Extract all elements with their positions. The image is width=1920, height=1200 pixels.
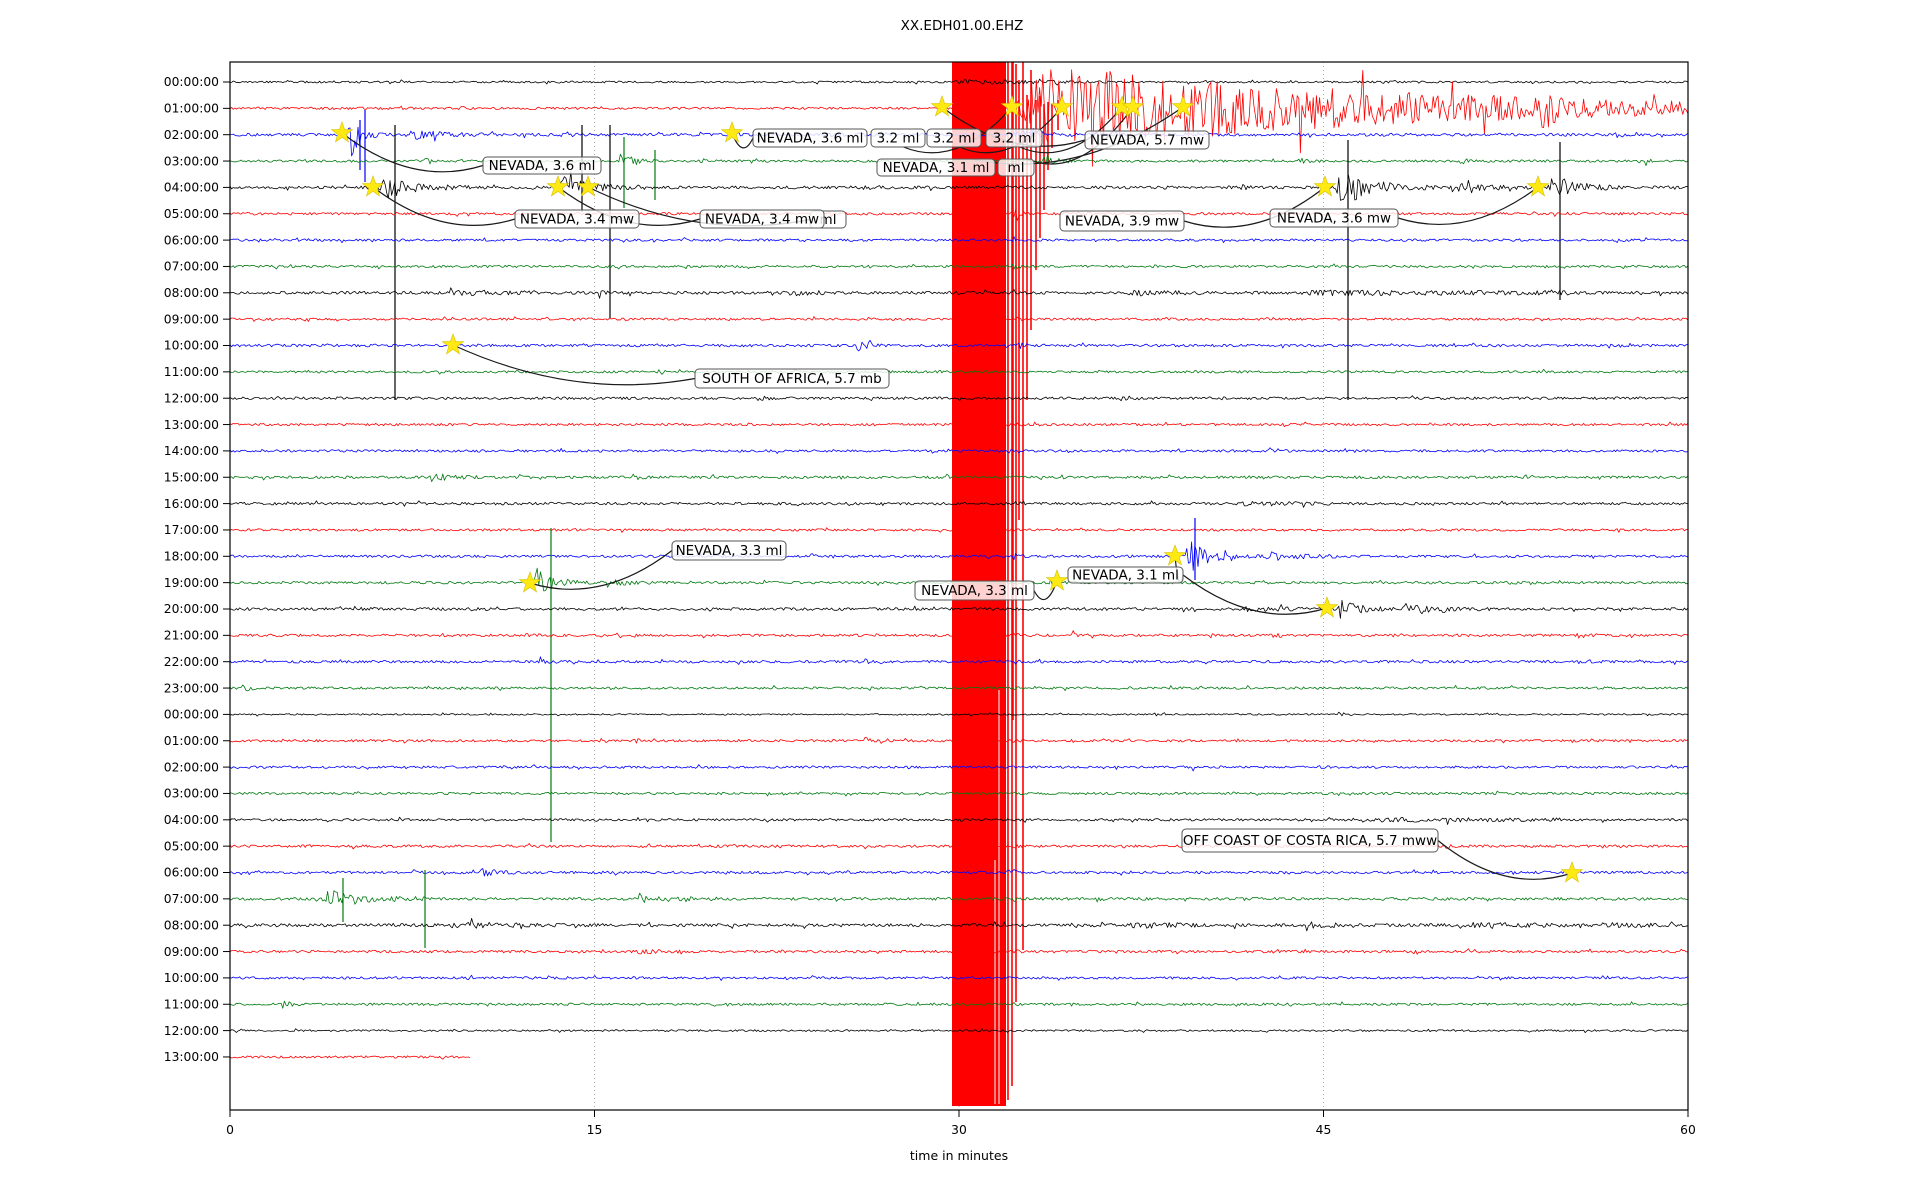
y-axis-label: 02:00:00	[164, 760, 219, 774]
event-label-text: NEVADA, 3.4 mw	[705, 212, 819, 228]
y-axis-label: 12:00:00	[164, 1024, 219, 1038]
y-axis-label: 07:00:00	[164, 260, 219, 274]
y-axis-label: 04:00:00	[164, 181, 219, 195]
event-label: NEVADA, 5.7 mw	[1084, 130, 1210, 150]
y-axis-label: 10:00:00	[164, 971, 219, 985]
event-label: NEVADA, 3.1 ml	[876, 158, 996, 177]
event-label-text: ml	[1008, 160, 1025, 176]
event-label: NEVADA, 3.1 ml	[1067, 566, 1184, 584]
event-label: 3.2 ml	[870, 128, 926, 148]
event-label-text: NEVADA, 3.3 ml	[921, 583, 1028, 599]
x-axis-tick-label: 45	[1316, 1123, 1332, 1137]
y-axis-label: 18:00:00	[164, 550, 219, 564]
event-star	[1163, 544, 1187, 566]
y-axis-label: 06:00:00	[164, 233, 219, 247]
y-axis-label: 19:00:00	[164, 576, 219, 590]
event-label-text: NEVADA, 3.6 ml	[489, 158, 596, 174]
event-star	[576, 175, 600, 197]
event-star	[1315, 596, 1339, 618]
y-axis-label: 10:00:00	[164, 339, 219, 353]
y-axis-label: 03:00:00	[164, 787, 219, 801]
event-star	[720, 121, 744, 143]
y-axis-label: 07:00:00	[164, 892, 219, 906]
event-star	[518, 571, 542, 593]
event-label: OFF COAST OF COSTA RICA, 5.7 mww	[1181, 828, 1439, 853]
event-label-text: NEVADA, 3.3 ml	[676, 543, 783, 559]
x-axis-tick-label: 0	[226, 1123, 234, 1137]
event-label: NEVADA, 3.4 mw	[699, 209, 825, 229]
y-axis-label: 17:00:00	[164, 523, 219, 537]
y-axis-label: 00:00:00	[164, 708, 219, 722]
x-axis-tick-label: 30	[951, 1123, 967, 1137]
event-label: NEVADA, 3.9 mw	[1059, 210, 1185, 232]
event-label-text: NEVADA, 3.1 ml	[1072, 568, 1179, 584]
y-axis-label: 11:00:00	[164, 365, 219, 379]
event-leader	[341, 132, 484, 173]
event-label: 3.2 ml	[985, 128, 1043, 148]
helicorder-window: XX.EDH01.00.EHZ 3.2 ml 3.2 ml 3.2 ml NEVADA…	[0, 0, 1920, 1200]
event-label-text: NEVADA, 3.6 mw	[1277, 211, 1391, 227]
event-label-text: 3.2 ml	[933, 131, 976, 147]
y-axis-label: 01:00:00	[164, 734, 219, 748]
event-label-text: 3.2 ml	[993, 131, 1036, 147]
event-label: NEVADA, 3.3 ml	[671, 540, 787, 561]
event-label-text: NEVADA, 3.6 ml	[757, 131, 864, 147]
event-label-text: NEVADA, 3.1 ml	[883, 160, 990, 176]
y-axis-label: 01:00:00	[164, 102, 219, 116]
event-label: SOUTH OF AFRICA, 5.7 mb	[694, 368, 890, 389]
event-leader	[372, 186, 516, 226]
y-axis-label: 05:00:00	[164, 207, 219, 221]
y-axis-label: 23:00:00	[164, 681, 219, 695]
event-label-text: OFF COAST OF COSTA RICA, 5.7 mww	[1183, 833, 1437, 849]
event-star	[441, 333, 465, 355]
event-label-text: SOUTH OF AFRICA, 5.7 mb	[702, 371, 882, 387]
y-axis-label: 20:00:00	[164, 602, 219, 616]
y-axis-label: 08:00:00	[164, 286, 219, 300]
y-axis-label: 08:00:00	[164, 918, 219, 932]
event-label: 3.2 ml	[926, 128, 982, 148]
x-axis-tick-label: 60	[1680, 1123, 1696, 1137]
event-label-text: NEVADA, 3.4 mw	[520, 212, 634, 228]
event-label-text: NEVADA, 3.9 mw	[1065, 214, 1179, 230]
event-label: NEVADA, 3.3 ml	[914, 580, 1035, 601]
y-axis-label: 06:00:00	[164, 866, 219, 880]
x-axis-tick-label: 15	[587, 1123, 603, 1137]
y-axis-label: 09:00:00	[164, 312, 219, 326]
event-leader	[452, 344, 696, 386]
y-axis-label: 22:00:00	[164, 655, 219, 669]
y-axis-label: 03:00:00	[164, 154, 219, 168]
y-axis-label: 02:00:00	[164, 128, 219, 142]
y-axis-label: 15:00:00	[164, 470, 219, 484]
y-axis-label: 09:00:00	[164, 945, 219, 959]
event-label: NEVADA, 3.6 ml	[752, 128, 868, 148]
event-star	[1560, 861, 1584, 883]
event-label: NEVADA, 3.4 mw	[514, 209, 640, 229]
y-axis-label: 11:00:00	[164, 997, 219, 1011]
y-axis-label: 12:00:00	[164, 391, 219, 405]
y-axis-label: 04:00:00	[164, 813, 219, 827]
event-label: NEVADA, 3.6 ml	[482, 156, 602, 175]
event-label: ml	[997, 158, 1035, 177]
event-label: NEVADA, 3.6 mw	[1269, 208, 1399, 228]
y-axis-label: 16:00:00	[164, 497, 219, 511]
event-star	[1045, 569, 1069, 591]
event-label-text: NEVADA, 5.7 mw	[1090, 133, 1204, 149]
helicorder-plot: 3.2 ml 3.2 ml 3.2 ml NEVADA, 3.6 ml ml NEVADA…	[164, 61, 1696, 1137]
y-axis-label: 13:00:00	[164, 1050, 219, 1064]
event-label-text: 3.2 ml	[877, 131, 920, 147]
y-axis-label: 05:00:00	[164, 839, 219, 853]
waveform-trace-row-37	[229, 1055, 471, 1060]
y-axis-label: 21:00:00	[164, 629, 219, 643]
event-star	[1050, 95, 1074, 117]
event-leader	[1437, 840, 1573, 880]
y-axis-label: 13:00:00	[164, 418, 219, 432]
x-axis-label: time in minutes	[909, 1148, 1009, 1163]
y-axis-label: 14:00:00	[164, 444, 219, 458]
y-axis-label: 00:00:00	[164, 75, 219, 89]
event-leader	[1397, 186, 1539, 226]
